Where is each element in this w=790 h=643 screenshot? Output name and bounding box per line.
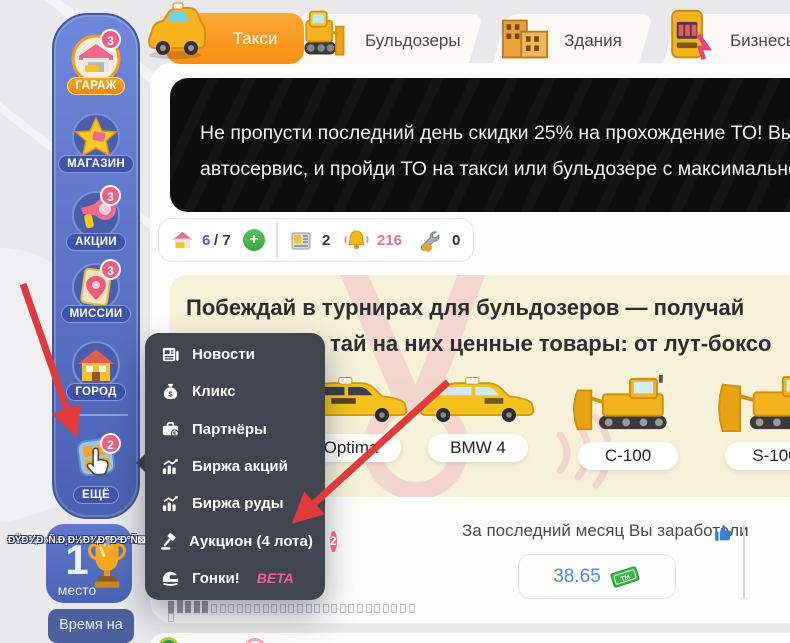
- pink-ring-icon: [244, 638, 266, 643]
- section-divider: [743, 525, 745, 599]
- tournament-heading-line2: тай на них ценные товары: от лут-боксо: [330, 331, 771, 357]
- discount-banner-line1: Не пропусти последний день скидки 25% на…: [200, 122, 790, 145]
- sidebar-item-label: ГАРАЖ: [67, 77, 126, 95]
- menu-item-races[interactable]: Гонки! BETA: [145, 560, 325, 597]
- repairs-wrench-icon[interactable]: [417, 229, 441, 253]
- auction-badge: 2: [330, 531, 337, 552]
- garage-count-total: / 7: [214, 232, 231, 249]
- taxi-tab-icon: [143, 2, 207, 62]
- notifications-count: 216: [377, 232, 402, 249]
- bulldozer-image: [717, 375, 790, 433]
- missions-badge: 3: [100, 259, 121, 280]
- sidebar-divider: [64, 414, 128, 416]
- menu-item-label: Биржа руды: [192, 495, 284, 512]
- sidebar-item-promos[interactable]: АКЦИИ 3: [54, 190, 138, 209]
- menu-item-label: Биржа акций: [192, 458, 288, 475]
- menu-item-label: Гонки!: [192, 570, 240, 587]
- promos-badge: 3: [100, 185, 121, 206]
- next-section-card: [150, 633, 790, 643]
- vehicle-card-bmw4[interactable]: BMW 4: [413, 375, 543, 462]
- earnings-label: За последний месяц Вы заработали: [462, 521, 749, 541]
- garage-count-icon: [171, 229, 194, 252]
- money-banknote-icon: TM: [609, 564, 641, 590]
- coin-icon: [158, 637, 179, 643]
- vehicle-card-s100[interactable]: S-100: [710, 375, 790, 470]
- ore-chart-icon: [159, 494, 181, 513]
- business-tab-icon: [664, 7, 712, 63]
- briefcase-icon: $: [159, 420, 181, 439]
- repairs-count: 0: [452, 232, 460, 249]
- sidebar-item-label: МАГАЗИН: [58, 155, 134, 173]
- menu-item-label: Аукцион (4 лота): [189, 533, 313, 550]
- news-icon: [159, 345, 181, 364]
- vehicle-name-label: BMW 4: [428, 434, 528, 462]
- sidebar: ГАРАЖ 3 МАГАЗИН АКЦИИ 3 МИССИИ 3 ГОРОД Е…: [52, 13, 140, 519]
- skyline-decoration: [168, 599, 418, 613]
- earnings-value-box: 38.65 TM: [518, 554, 676, 599]
- stats-bar: 6 / 7 + 2 216 0: [158, 218, 474, 262]
- game-screen: Не пропусти последний день скидки 25% на…: [0, 0, 790, 643]
- tab-buildings[interactable]: Здания: [560, 31, 626, 51]
- menu-item-ore-exchange[interactable]: Биржа руды: [145, 485, 325, 522]
- vehicle-name-label: C-100: [578, 442, 678, 470]
- menu-item-clicks[interactable]: $ Кликс: [145, 373, 325, 410]
- discount-banner[interactable]: Не пропусти последний день скидки 25% на…: [170, 78, 790, 212]
- sidebar-item-garage[interactable]: ГАРАЖ 3: [54, 34, 138, 53]
- earnings-value: 38.65: [553, 566, 601, 588]
- menu-item-auction[interactable]: Аукцион (4 лота) 2: [145, 522, 325, 559]
- time-button[interactable]: Время на: [48, 609, 134, 643]
- sidebar-item-more[interactable]: ЕЩЁ 2: [54, 432, 138, 451]
- menu-item-stock-exchange[interactable]: Биржа акций: [145, 448, 325, 485]
- menu-item-label: Кликс: [192, 383, 236, 400]
- taxi-car-image: [417, 375, 539, 425]
- add-garage-button[interactable]: +: [243, 229, 265, 251]
- tournament-heading-line1: Побеждай в турнирах для бульдозеров — по…: [186, 295, 744, 321]
- thumbs-up-icon: [712, 522, 733, 543]
- sidebar-item-city[interactable]: ГОРОД: [54, 340, 138, 359]
- bulldozer-image: [570, 375, 686, 433]
- more-context-menu: Новости $ Кликс $ Партнёры Биржа акций Б…: [145, 333, 325, 600]
- helmet-icon: [159, 569, 181, 588]
- news-count: 2: [322, 232, 330, 249]
- notifications-bell-icon[interactable]: [343, 228, 370, 253]
- tab-businesses[interactable]: Бизнесы: [724, 31, 790, 51]
- menu-item-news[interactable]: Новости: [145, 336, 325, 373]
- sidebar-item-shop[interactable]: МАГАЗИН: [54, 112, 138, 131]
- beta-tag: BETA: [257, 570, 294, 586]
- buildings-tab-icon: [496, 15, 554, 63]
- money-bag-icon: $: [159, 382, 181, 401]
- gavel-icon: [159, 532, 178, 551]
- stats-divider: [276, 223, 278, 257]
- garage-badge: 3: [100, 29, 121, 50]
- discount-banner-line2: автосервис, и пройди ТО на такси или бул…: [200, 158, 790, 181]
- rank-tooltip-text: ÐŸÐ¾Ð»Ñ.Ð¸Ð½Ð¾Ð¶Ð²Ð°Ñ⊠: [8, 535, 158, 546]
- news-count-icon[interactable]: [289, 229, 313, 253]
- bulldozer-tab-icon: [295, 5, 351, 63]
- menu-item-partners[interactable]: $ Партнёры: [145, 411, 325, 448]
- sidebar-item-missions[interactable]: МИССИИ 3: [54, 262, 138, 281]
- more-badge: 2: [100, 433, 121, 454]
- tab-bulldozers[interactable]: Бульдозеры: [365, 31, 455, 51]
- menu-item-label: Новости: [192, 346, 255, 363]
- sidebar-item-label: ГОРОД: [66, 383, 125, 401]
- garage-count-current: 6: [202, 232, 210, 249]
- svg-text:$: $: [172, 430, 176, 437]
- menu-item-label: Партнёры: [192, 421, 267, 438]
- vehicle-name-label: S-100: [725, 442, 790, 470]
- stocks-chart-icon: [159, 457, 181, 476]
- sidebar-item-label: МИССИИ: [61, 305, 132, 323]
- vehicle-card-c100[interactable]: C-100: [563, 375, 693, 470]
- sidebar-item-label: АКЦИИ: [66, 233, 126, 251]
- sidebar-item-label: ЕЩЁ: [73, 486, 119, 504]
